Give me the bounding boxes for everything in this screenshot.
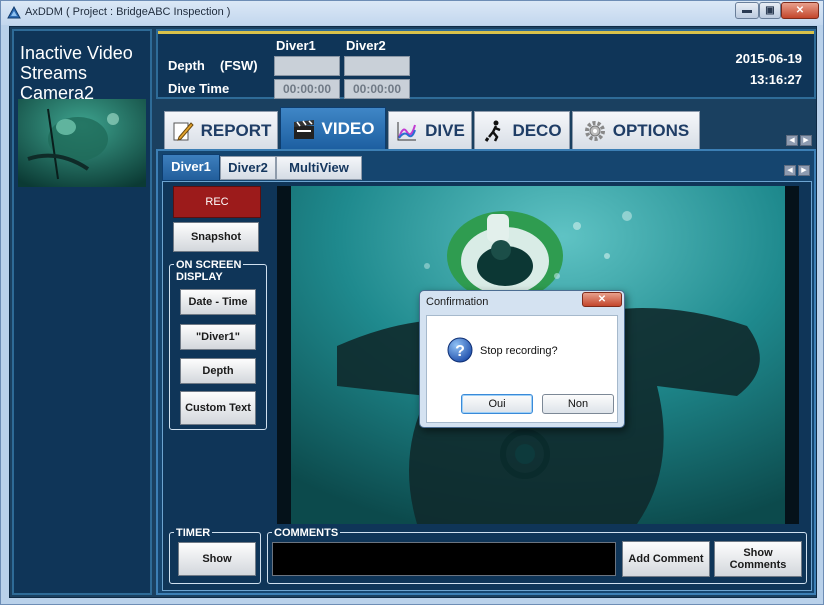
subtab-multiview[interactable]: MultiView [276, 156, 362, 180]
osd-group-label: ON SCREEN DISPLAY [174, 259, 244, 283]
scroll-left-button[interactable]: ◀ [786, 135, 798, 146]
tab-report-label: REPORT [200, 120, 272, 140]
header-accent-bar [158, 31, 814, 34]
on-screen-display-group: ON SCREEN DISPLAY Date - Time "Diver1" D… [169, 259, 267, 430]
diver-icon [485, 120, 501, 142]
app-icon [7, 6, 21, 19]
subtab-scroll-right[interactable]: ▶ [798, 165, 810, 176]
app-window: AxDDM ( Project : BridgeABC Inspection )… [0, 0, 824, 605]
tab-deco[interactable]: DECO [474, 111, 570, 149]
tab-options[interactable]: OPTIONS [572, 111, 700, 149]
minimize-button[interactable]: ▬ [735, 2, 759, 19]
tab-report[interactable]: REPORT [164, 111, 278, 149]
osd-depth-button[interactable]: Depth [180, 358, 256, 384]
inactive-streams-label: Inactive Video Streams Camera2 [20, 43, 133, 103]
window-title: AxDDM ( Project : BridgeABC Inspection ) [25, 6, 231, 18]
confirmation-dialog: Confirmation ✕ ? Stop recording? Oui Non [419, 290, 625, 428]
osd-date-time-button[interactable]: Date - Time [180, 289, 256, 315]
dialog-title: Confirmation [426, 296, 489, 308]
graph-icon [397, 121, 417, 140]
tab-dive-label: DIVE [425, 120, 465, 140]
osd-diver-name-button[interactable]: "Diver1" [180, 324, 256, 350]
depth-label: Depth [168, 58, 205, 73]
add-comment-button[interactable]: Add Comment [622, 541, 710, 577]
tab-deco-label: DECO [512, 120, 562, 140]
dialog-no-button[interactable]: Non [542, 394, 614, 414]
current-date: 2015-06-19 [735, 51, 803, 66]
comments-group-label: COMMENTS [272, 527, 341, 539]
scroll-right-button[interactable]: ▶ [800, 135, 812, 146]
depth-unit-label: (FSW) [220, 58, 258, 73]
tab-dive[interactable]: DIVE [388, 111, 472, 149]
comment-input[interactable] [272, 542, 616, 576]
question-icon: ? [447, 337, 473, 363]
timer-group: TIMER Show [169, 527, 261, 584]
tab-video[interactable]: VIDEO [280, 107, 386, 149]
diver2-depth-value [344, 56, 410, 76]
main-tab-scroll: ◀ ▶ [786, 135, 812, 146]
diver1-dive-time: 00:00:00 [274, 79, 340, 99]
osd-custom-text-button[interactable]: Custom Text [180, 391, 256, 425]
pencil-icon [173, 121, 194, 141]
dialog-close-button[interactable]: ✕ [582, 292, 622, 307]
comments-group: COMMENTS Add Comment Show Comments [267, 527, 807, 584]
clapperboard-icon [293, 119, 314, 139]
dialog-body: ? Stop recording? Oui Non [426, 315, 618, 423]
diver2-dive-time: 00:00:00 [344, 79, 410, 99]
subtab-diver1[interactable]: Diver1 [162, 154, 220, 181]
timer-show-button[interactable]: Show [178, 542, 256, 576]
maximize-button[interactable]: ▣ [759, 2, 781, 19]
dialog-message: Stop recording? [480, 345, 558, 357]
subtab-diver2[interactable]: Diver2 [220, 156, 276, 180]
tab-video-label: VIDEO [321, 118, 375, 138]
title-bar[interactable]: AxDDM ( Project : BridgeABC Inspection )… [1, 1, 823, 25]
close-button[interactable]: ✕ [781, 2, 819, 19]
diver2-column-label: Diver2 [346, 38, 386, 53]
inactive-streams-panel: Inactive Video Streams Camera2 [12, 29, 152, 595]
svg-text:?: ? [455, 343, 465, 360]
subtab-scroll: ◀ ▶ [784, 165, 810, 176]
main-tab-bar: REPORT VIDEO DIVE DECO OPTIONS ◀ ▶ [156, 107, 816, 149]
client-area: Inactive Video Streams Camera2 Depth (FS… [9, 26, 817, 598]
show-comments-button[interactable]: Show Comments [714, 541, 802, 577]
current-time: 13:16:27 [749, 72, 802, 87]
dive-header: Depth (FSW) Dive Time Diver1 Diver2 00:0… [156, 29, 816, 99]
gear-icon [584, 120, 605, 141]
camera2-thumbnail[interactable] [18, 99, 146, 187]
diver1-depth-value [274, 56, 340, 76]
dive-time-label: Dive Time [168, 81, 230, 96]
diver1-column-label: Diver1 [276, 38, 316, 53]
rec-button[interactable]: REC [173, 186, 261, 218]
tab-options-label: OPTIONS [612, 120, 690, 140]
subtab-scroll-left[interactable]: ◀ [784, 165, 796, 176]
dialog-yes-button[interactable]: Oui [461, 394, 533, 414]
timer-group-label: TIMER [174, 527, 213, 539]
snapshot-button[interactable]: Snapshot [173, 222, 259, 252]
